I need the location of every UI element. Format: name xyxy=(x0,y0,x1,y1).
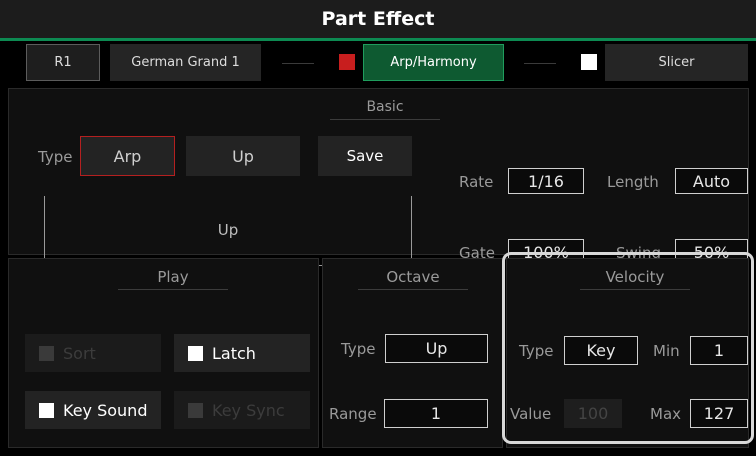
velocity-value-field[interactable]: 100 xyxy=(564,399,622,428)
title-divider xyxy=(0,38,756,41)
pattern-button[interactable]: Up xyxy=(186,136,300,176)
range-value[interactable]: 1 xyxy=(384,399,488,428)
rate-label: Rate xyxy=(459,173,494,191)
latch-checkbox-box xyxy=(188,345,203,361)
basic-heading: Basic xyxy=(366,99,404,115)
key-sync-checkbox-box xyxy=(188,402,203,418)
sort-checkbox[interactable]: Sort xyxy=(25,334,161,372)
key-sound-checkbox[interactable]: Key Sound xyxy=(25,391,161,429)
sort-label: Sort xyxy=(63,343,96,363)
type-label: Type xyxy=(38,148,73,166)
max-label: Max xyxy=(650,405,682,423)
pattern-display-text: Up xyxy=(217,221,239,239)
page-title: Part Effect xyxy=(0,0,756,38)
slicer-tab[interactable]: Slicer xyxy=(605,44,748,81)
min-value[interactable]: 1 xyxy=(690,336,748,365)
octave-type-value[interactable]: Up xyxy=(385,334,488,363)
key-sound-checkbox-box xyxy=(39,402,54,418)
velocity-type-label: Type xyxy=(519,342,554,360)
heading-underline xyxy=(358,289,468,290)
heading-underline xyxy=(118,289,228,290)
part-selector-button[interactable]: R1 xyxy=(26,44,100,81)
range-label: Range xyxy=(329,405,377,423)
arp-indicator xyxy=(339,54,355,70)
latch-checkbox[interactable]: Latch xyxy=(174,334,310,372)
key-sync-label: Key Sync xyxy=(212,400,285,420)
slicer-indicator[interactable] xyxy=(581,54,597,70)
velocity-type-value[interactable]: Key xyxy=(564,336,638,365)
rate-value[interactable]: 1/16 xyxy=(508,168,584,194)
velocity-value-label: Value xyxy=(510,405,552,423)
octave-heading: Octave xyxy=(386,268,440,286)
length-value[interactable]: Auto xyxy=(675,168,748,194)
voice-name-button[interactable]: German Grand 1 xyxy=(110,44,261,81)
min-label: Min xyxy=(653,342,680,360)
key-sync-checkbox[interactable]: Key Sync xyxy=(174,391,310,429)
velocity-heading: Velocity xyxy=(605,268,665,286)
play-heading: Play xyxy=(157,268,189,286)
max-value[interactable]: 127 xyxy=(690,399,748,428)
latch-label: Latch xyxy=(212,343,256,363)
arp-type-button[interactable]: Arp xyxy=(80,136,175,176)
heading-underline xyxy=(330,119,440,120)
sort-checkbox-box xyxy=(39,345,54,361)
heading-underline xyxy=(580,289,690,290)
save-button[interactable]: Save xyxy=(318,136,412,176)
length-label: Length xyxy=(607,173,659,191)
octave-type-label: Type xyxy=(341,340,376,358)
divider-line xyxy=(282,63,314,64)
key-sound-label: Key Sound xyxy=(63,400,148,420)
arp-harmony-tab[interactable]: Arp/Harmony xyxy=(363,44,504,81)
divider-line xyxy=(524,63,556,64)
